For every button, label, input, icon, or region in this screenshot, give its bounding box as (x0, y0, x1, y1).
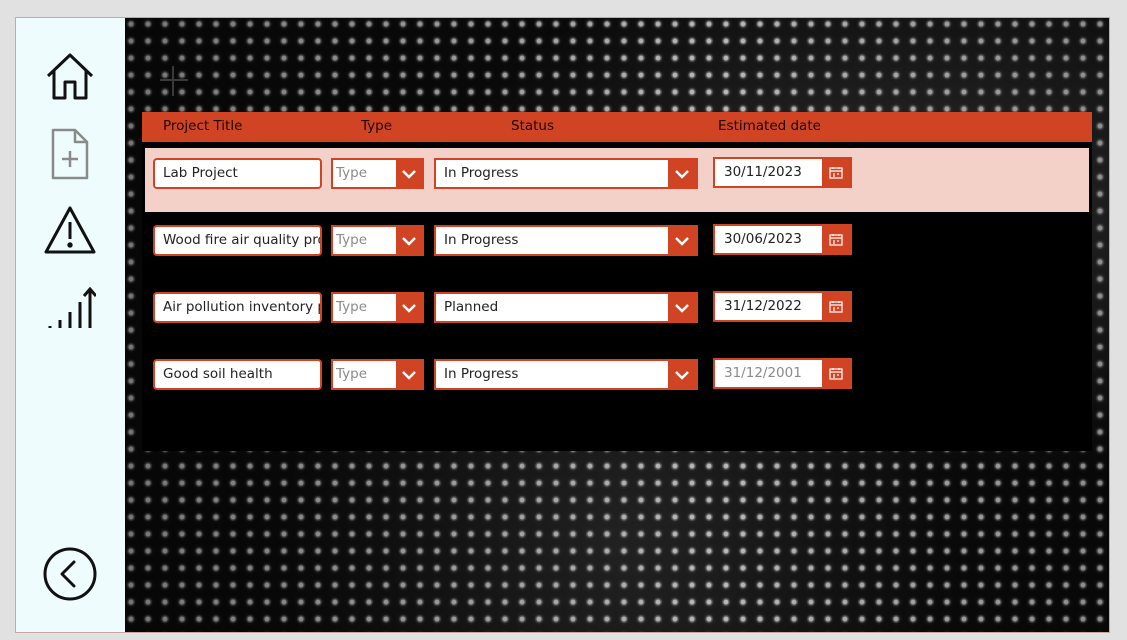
status-dropdown-value: In Progress (444, 165, 519, 181)
chevron-down-icon[interactable] (396, 361, 422, 388)
chevron-down-icon[interactable] (668, 227, 696, 254)
estimated-date-value: 31/12/2001 (724, 365, 802, 381)
type-dropdown[interactable]: Type (331, 158, 424, 189)
header-type: Type (361, 118, 393, 134)
table-row[interactable]: Air pollution inventory project Type Pla… (145, 282, 1089, 346)
chevron-down-icon[interactable] (396, 160, 422, 187)
add-icon[interactable] (160, 66, 188, 96)
gallery-header: Project Title Type Status Estimated date (142, 112, 1092, 142)
projects-gallery: Project Title Type Status Estimated date… (142, 112, 1092, 451)
status-dropdown[interactable]: In Progress (434, 359, 698, 390)
calendar-icon[interactable] (822, 360, 850, 387)
project-title-input[interactable]: Wood fire air quality project (153, 225, 322, 256)
table-row[interactable]: Lab Project Type In Progress 30/11/2023 (145, 148, 1089, 212)
calendar-icon[interactable] (822, 293, 850, 320)
sidebar (16, 18, 125, 632)
header-status: Status (511, 118, 555, 134)
header-project-title: Project Title (163, 118, 243, 134)
estimated-date-picker[interactable]: 31/12/2001 (713, 358, 852, 389)
chevron-down-icon[interactable] (668, 294, 696, 321)
estimated-date-picker[interactable]: 30/11/2023 (713, 157, 852, 188)
type-dropdown-value: Type (336, 299, 368, 315)
status-dropdown[interactable]: In Progress (434, 158, 698, 189)
type-dropdown-value: Type (336, 165, 368, 181)
chart-icon[interactable] (42, 280, 98, 336)
estimated-date-value: 30/06/2023 (724, 231, 802, 247)
status-dropdown-value: Planned (444, 299, 499, 315)
estimated-date-picker[interactable]: 31/12/2022 (713, 291, 852, 322)
type-dropdown[interactable]: Type (331, 225, 424, 256)
project-title-input[interactable]: Air pollution inventory project (153, 292, 322, 323)
table-row[interactable]: Good soil health Type In Progress 31/12/… (145, 349, 1089, 413)
status-dropdown[interactable]: Planned (434, 292, 698, 323)
type-dropdown[interactable]: Type (331, 292, 424, 323)
calendar-icon[interactable] (822, 226, 850, 253)
estimated-date-value: 30/11/2023 (724, 164, 802, 180)
chevron-down-icon[interactable] (396, 294, 422, 321)
table-row[interactable]: Wood fire air quality project Type In Pr… (145, 215, 1089, 279)
status-dropdown-value: In Progress (444, 232, 519, 248)
app-window: Project Title Type Status Estimated date… (16, 18, 1109, 632)
back-icon[interactable] (42, 546, 98, 602)
project-title-input[interactable]: Lab Project (153, 158, 322, 189)
warning-icon[interactable] (42, 202, 98, 258)
header-estimated-date: Estimated date (718, 118, 821, 134)
chevron-down-icon[interactable] (668, 160, 696, 187)
type-dropdown[interactable]: Type (331, 359, 424, 390)
estimated-date-value: 31/12/2022 (724, 298, 802, 314)
estimated-date-picker[interactable]: 30/06/2023 (713, 224, 852, 255)
chevron-down-icon[interactable] (668, 361, 696, 388)
home-icon[interactable] (42, 48, 98, 104)
status-dropdown-value: In Progress (444, 366, 519, 382)
project-title-input[interactable]: Good soil health (153, 359, 322, 390)
calendar-icon[interactable] (822, 159, 850, 186)
new-document-icon[interactable] (42, 126, 98, 182)
type-dropdown-value: Type (336, 366, 368, 382)
chevron-down-icon[interactable] (396, 227, 422, 254)
type-dropdown-value: Type (336, 232, 368, 248)
status-dropdown[interactable]: In Progress (434, 225, 698, 256)
